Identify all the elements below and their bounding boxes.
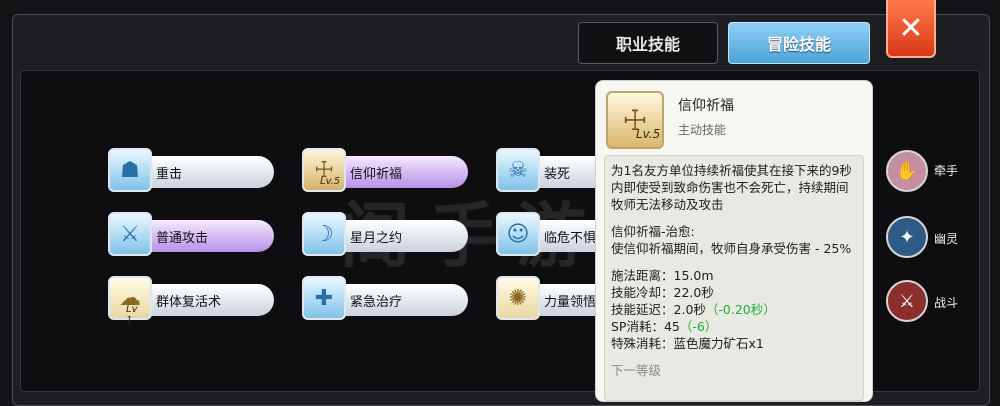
skill-label: 群体复活术 [156, 294, 222, 310]
skill-description: 为1名友方单位持续祈福使其在接下来的9秒内即使受到致命伤害也不会死亡，持续期间牧… [611, 163, 852, 212]
heavy-strike-icon: ☗ [108, 148, 152, 192]
sun-burst-icon: ✺ [496, 276, 540, 320]
battle-skill-icon[interactable]: ⚔ [886, 280, 928, 322]
close-icon: ✕ [898, 10, 924, 46]
person-icon: ☺ [496, 212, 540, 256]
skill-label: 信仰祈福 [350, 166, 403, 182]
effect-title: 信仰祈福-治愈: [611, 224, 695, 239]
delay-label: 技能延迟： [611, 302, 674, 317]
cross-heal-icon: ✚ [302, 276, 346, 320]
skill-label: 紧急治疗 [350, 294, 403, 310]
tooltip-description: 为1名友方单位持续祈福使其在接下来的9秒内即使受到致命伤害也不会死亡，持续期间牧… [604, 155, 864, 401]
sp-bonus: （-6） [679, 319, 718, 334]
skill-label: 力量领悟 [544, 294, 597, 310]
ghost-skill-icon[interactable]: ✦ [886, 216, 928, 258]
next-level-label: 下一等级 [611, 363, 662, 378]
skill-tooltip: ☩ Lv.5 信仰祈福 主动技能 为1名友方单位持续祈福使其在接下来的9秒内即使… [595, 80, 873, 402]
effect-description: 使信仰祈福期间，牧师自身承受伤害 - 25% [611, 241, 852, 256]
star-moon-icon: ☽ [302, 212, 346, 256]
cooldown-value: 22.0秒 [673, 285, 714, 300]
tooltip-skill-name: 信仰祈福 [678, 98, 734, 114]
tooltip-skill-type: 主动技能 [678, 123, 727, 137]
special-cost-label: 特殊消耗： [611, 336, 674, 351]
range-value: 15.0m [673, 268, 714, 283]
sp-label: SP消耗： [611, 319, 664, 334]
skill-label: 装死 [544, 166, 571, 182]
delay-value: 2.0秒 [673, 302, 706, 317]
close-button[interactable]: ✕ [886, 0, 936, 58]
sword-icon: ⚔ [108, 212, 152, 256]
skill-level: Lv 1 [126, 304, 138, 326]
skill-label: 普通攻击 [156, 230, 209, 246]
delay-bonus: （-0.20秒） [705, 302, 776, 317]
play-dead-icon: ☠ [496, 148, 540, 192]
skill-label: 重击 [156, 166, 183, 182]
tab-adventure-skills[interactable]: 冒险技能 [728, 22, 870, 64]
cooldown-label: 技能冷却： [611, 285, 674, 300]
round-skill-label: 战斗 [934, 296, 959, 310]
round-skill-label: 牵手 [934, 164, 959, 178]
skill-label: 星月之约 [350, 230, 403, 246]
handshake-skill-icon[interactable]: ✋ [886, 150, 928, 192]
special-cost-value: 蓝色魔力矿石x1 [673, 336, 764, 351]
tooltip-level: Lv.5 [636, 127, 661, 141]
skill-label: 临危不惧 [544, 230, 597, 246]
sp-value: 45 [663, 319, 680, 334]
range-label: 施法距离： [611, 268, 674, 283]
tab-job-skills[interactable]: 职业技能 [578, 22, 718, 64]
skill-level: Lv.5 [320, 176, 341, 187]
round-skill-label: 幽灵 [934, 232, 959, 246]
